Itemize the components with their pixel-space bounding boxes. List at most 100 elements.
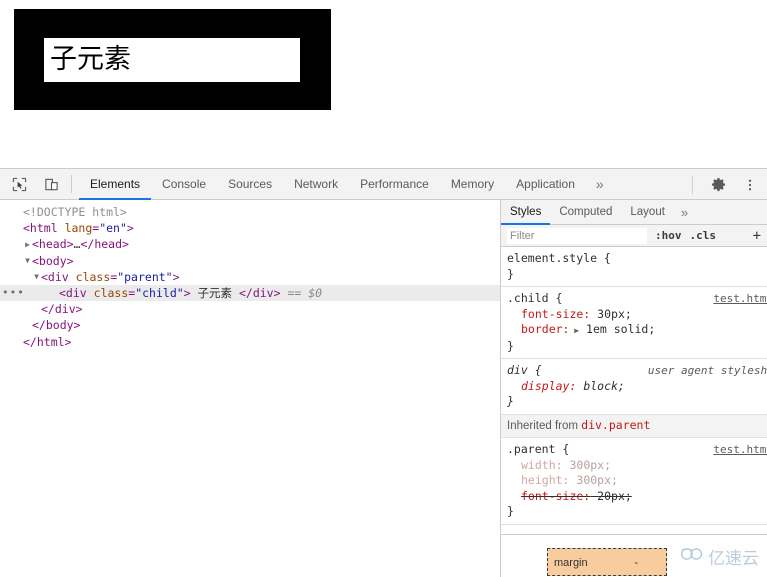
styles-filter-bar: :hov .cls + <box>501 225 767 247</box>
dom-tree-row[interactable]: </body> <box>0 317 500 333</box>
dom-node-markup: <!DOCTYPE html> <box>23 205 127 219</box>
dom-node-markup: </div> <box>41 302 83 317</box>
css-declaration[interactable]: height: 300px; <box>507 473 761 489</box>
dom-row-content: <div class="child"> 子元素 </div> == $0 <box>0 286 322 300</box>
css-declaration[interactable]: font-size: 20px; <box>507 489 761 505</box>
screenshot-root: 子元素 Elements Console Sources Network Per… <box>0 0 767 577</box>
child-div-element: 子元素 <box>44 38 300 82</box>
parent-div-element: 子元素 <box>14 9 331 110</box>
css-property-name[interactable]: height: <box>521 473 569 487</box>
tab-console[interactable]: Console <box>151 169 217 200</box>
css-declaration[interactable]: display: block; <box>507 379 761 395</box>
tab-layout[interactable]: Layout <box>621 200 674 225</box>
css-property-name[interactable]: display: <box>521 379 576 393</box>
dom-tree-row[interactable]: <html lang="en"> <box>0 220 500 236</box>
css-property-name[interactable]: font-size: <box>521 307 590 321</box>
twisty-collapsed-icon[interactable]: ▶ <box>23 237 32 253</box>
dom-tree-row[interactable]: ▶ <head>…</head> <box>0 236 500 252</box>
gear-icon[interactable] <box>705 172 731 198</box>
dom-node-markup: </body> <box>32 318 81 333</box>
box-model-margin-area[interactable]: margin - <box>547 548 667 576</box>
css-declaration[interactable]: border: ▶ 1em solid; <box>507 322 761 339</box>
cls-toggle-button[interactable]: .cls <box>690 229 717 242</box>
stylesheet-source-link[interactable]: test.html <box>713 291 767 307</box>
inspect-cursor-icon[interactable] <box>6 171 32 197</box>
toolbar-divider <box>71 175 72 193</box>
dom-row-content: </html> <box>0 335 71 349</box>
twisty-expanded-icon[interactable]: ▼ <box>23 253 32 269</box>
css-rule-block[interactable]: .parent {test.htmlwidth: 300px;height: 3… <box>501 438 767 525</box>
dom-tree-row[interactable]: </div> <box>0 301 500 317</box>
css-property-value[interactable]: 300px; <box>569 473 618 487</box>
css-property-value[interactable]: 300px; <box>563 458 611 472</box>
dom-tree-row[interactable]: ▼ <body> <box>0 253 500 269</box>
devtools-window: Elements Console Sources Network Perform… <box>0 168 767 577</box>
css-property-name[interactable]: width: <box>521 458 563 472</box>
tab-memory[interactable]: Memory <box>440 169 505 200</box>
shorthand-expand-icon[interactable]: ▶ <box>569 326 579 335</box>
css-property-value[interactable]: 20px; <box>590 489 632 503</box>
dom-row-content: <html lang="en"> <box>0 221 134 235</box>
devtools-body: <!DOCTYPE html> <html lang="en"> ▶ <head>…<… <box>0 200 767 577</box>
css-property-name[interactable]: border: <box>521 322 569 336</box>
css-rule-block[interactable]: div {user agent stylesheetdisplay: block… <box>501 359 767 415</box>
tab-sources[interactable]: Sources <box>217 169 283 200</box>
tab-application[interactable]: Application <box>505 169 586 200</box>
tab-network[interactable]: Network <box>283 169 349 200</box>
toolbar-right-group <box>686 169 763 200</box>
styles-panel: Styles Computed Layout » :hov .cls + ele… <box>500 200 767 577</box>
css-property-value[interactable]: 1em solid; <box>579 322 655 336</box>
dom-node-markup: </html> <box>23 334 72 349</box>
dom-tree-row[interactable]: ••• <div class="child"> 子元素 </div> == $0 <box>0 284 500 302</box>
site-watermark: 亿速云 <box>680 544 759 569</box>
more-tabs-chevron-icon[interactable]: » <box>586 169 614 200</box>
tab-computed[interactable]: Computed <box>550 200 621 225</box>
css-rule-close-brace: } <box>507 266 514 281</box>
new-style-rule-button[interactable]: + <box>753 228 761 244</box>
css-declaration[interactable]: width: 300px; <box>507 458 761 474</box>
styles-tab-bar: Styles Computed Layout » <box>501 200 767 225</box>
css-declaration[interactable]: font-size: 30px; <box>507 307 761 323</box>
inherited-prefix: Inherited from <box>507 419 582 432</box>
dom-tree-panel[interactable]: <!DOCTYPE html> <html lang="en"> ▶ <head>…<… <box>0 200 500 577</box>
dom-row-content: </div> <box>0 302 83 316</box>
css-selector[interactable]: element.style { <box>507 251 761 267</box>
tab-elements[interactable]: Elements <box>79 169 151 200</box>
filter-input[interactable] <box>507 227 647 244</box>
css-property-name[interactable]: font-size: <box>521 489 590 503</box>
dom-tree-row[interactable]: ▼ <div class="parent"> <box>0 269 500 285</box>
css-rule-close-brace: } <box>507 338 514 353</box>
watermark-text: 亿速云 <box>708 549 759 569</box>
css-rules-list: element.style {}.child {test.htmlfont-si… <box>501 247 767 525</box>
tab-performance[interactable]: Performance <box>349 169 440 200</box>
css-property-value[interactable]: 30px; <box>590 307 632 321</box>
dom-row-content: <!DOCTYPE html> <box>0 205 127 219</box>
dom-node-markup: <html lang="en"> <box>23 221 134 236</box>
devtools-main-toolbar: Elements Console Sources Network Perform… <box>0 169 767 200</box>
twisty-expanded-icon[interactable]: ▼ <box>32 269 41 285</box>
css-rule-block[interactable]: .child {test.htmlfont-size: 30px;border:… <box>501 287 767 359</box>
dom-row-content: </body> <box>0 318 80 332</box>
margin-label: margin <box>554 557 588 569</box>
inherited-source-element[interactable]: div.parent <box>581 418 650 432</box>
rendered-page-preview: 子元素 <box>0 0 767 168</box>
hov-toggle-button[interactable]: :hov <box>655 229 682 242</box>
dom-tree-row[interactable]: </html> <box>0 334 500 350</box>
css-rule-block[interactable]: element.style {} <box>501 247 767 287</box>
stylesheet-source-link[interactable]: test.html <box>713 442 767 458</box>
dom-node-markup: <body> <box>32 253 74 268</box>
user-agent-stylesheet-label: user agent stylesheet <box>647 364 767 377</box>
kebab-menu-icon[interactable] <box>737 172 763 198</box>
cloud-logo-icon <box>680 546 704 567</box>
dom-tree-row[interactable]: <!DOCTYPE html> <box>0 204 500 220</box>
styles-more-tabs-icon[interactable]: » <box>674 200 695 225</box>
device-toolbar-icon[interactable] <box>38 171 64 197</box>
dom-row-content: ▼ <body> <box>0 253 74 269</box>
dom-row-more-icon[interactable]: ••• <box>2 285 25 301</box>
dom-row-content: ▶ <head>…</head> <box>0 237 129 251</box>
dom-node-markup: <head>…</head> <box>32 237 129 252</box>
margin-value[interactable]: - <box>634 557 638 569</box>
css-property-value[interactable]: block; <box>576 379 625 393</box>
dom-node-markup: <div class="parent"> <box>41 269 180 284</box>
tab-styles[interactable]: Styles <box>501 200 550 225</box>
